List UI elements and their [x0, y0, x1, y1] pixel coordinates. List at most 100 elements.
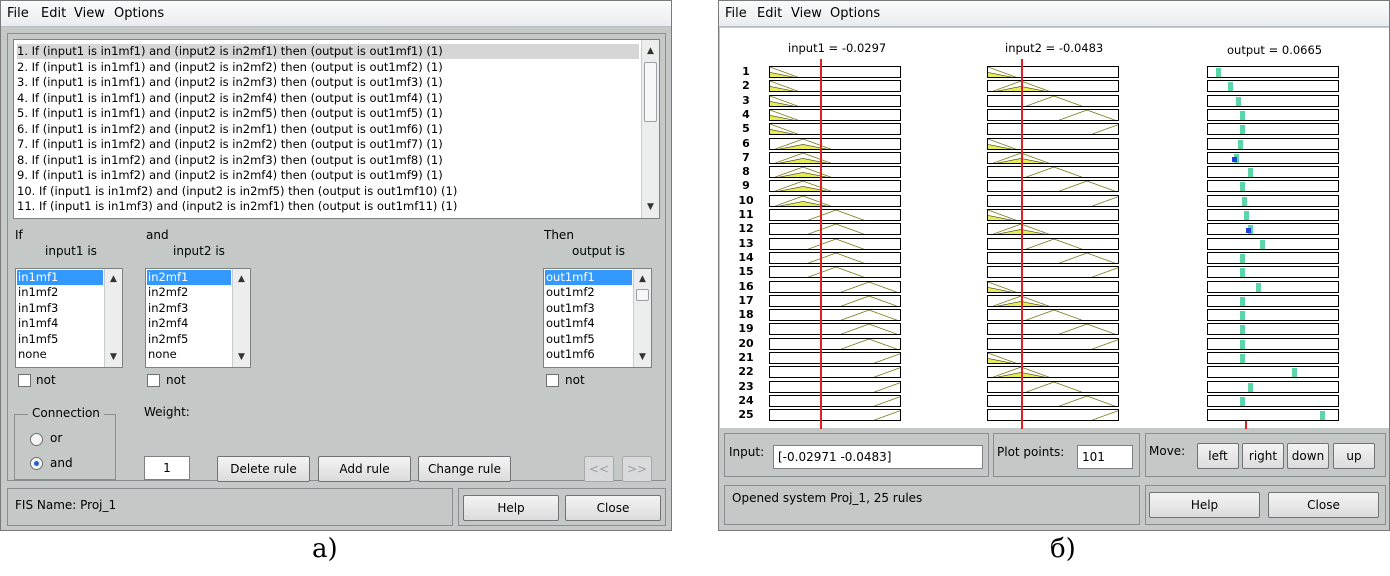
output-activation-bar: [1240, 339, 1245, 349]
rule-row-number: 16: [738, 279, 754, 293]
output-mf-plot: [1207, 337, 1339, 350]
delete-rule-button[interactable]: Delete rule: [217, 456, 310, 482]
list-item[interactable]: out1mf2: [545, 285, 595, 300]
list-item[interactable]: out1mf3: [545, 301, 595, 316]
move-up-button[interactable]: up: [1333, 443, 1375, 469]
change-rule-button[interactable]: Change rule: [418, 456, 511, 482]
or-radio[interactable]: [30, 433, 43, 446]
rule-list[interactable]: 1. If (input1 is in1mf1) and (input2 is …: [13, 39, 660, 219]
output-activation-bar: [1248, 382, 1253, 392]
input1-mf-plot: [769, 180, 901, 193]
menu-edit[interactable]: Edit: [757, 6, 782, 21]
help-button[interactable]: Help: [1149, 492, 1260, 518]
list-item[interactable]: in1mf5: [17, 332, 58, 347]
rule-item[interactable]: 9. If (input1 is in1mf2) and (input2 is …: [17, 168, 443, 183]
output-not-checkbox[interactable]: [546, 374, 559, 387]
plot-points-field[interactable]: 101: [1077, 445, 1133, 469]
menu-edit[interactable]: Edit: [41, 6, 66, 21]
rule-item[interactable]: 11. If (input1 is in1mf3) and (input2 is…: [17, 199, 457, 214]
list-item[interactable]: out1mf5: [545, 332, 595, 347]
prev-button[interactable]: <<: [584, 456, 614, 482]
move-left-button[interactable]: left: [1197, 443, 1239, 469]
scroll-down-icon[interactable]: ▼: [105, 350, 122, 364]
rule-item[interactable]: 10. If (input1 is in1mf2) and (input2 is…: [17, 184, 457, 199]
move-right-button[interactable]: right: [1242, 443, 1284, 469]
input1-not-checkbox[interactable]: [18, 374, 31, 387]
output-label: output is: [572, 244, 625, 258]
input1-listbox[interactable]: in1mf1 in1mf2 in1mf3 in1mf4 in1mf5 none …: [15, 268, 123, 368]
add-rule-button[interactable]: Add rule: [318, 456, 411, 482]
input2-mf-plot: [987, 280, 1119, 293]
menu-options[interactable]: Options: [114, 6, 164, 21]
input2-indicator-line[interactable]: [1021, 59, 1023, 429]
list-item[interactable]: in2mf2: [147, 285, 188, 300]
list-item[interactable]: in1mf2: [17, 285, 58, 300]
not-label: not: [565, 373, 585, 387]
rule-item[interactable]: 8. If (input1 is in1mf2) and (input2 is …: [17, 153, 443, 168]
listbox-scrollbar[interactable]: ▲ ▼: [104, 269, 122, 367]
list-item[interactable]: none: [147, 347, 177, 362]
list-item[interactable]: in1mf1: [17, 270, 103, 285]
caption-b: б): [1050, 534, 1076, 564]
list-item[interactable]: out1mf1: [545, 270, 632, 285]
next-button[interactable]: >>: [622, 456, 652, 482]
output-activation-bar: [1292, 368, 1297, 378]
output-activation-bar: [1240, 354, 1245, 363]
close-button[interactable]: Close: [1268, 492, 1379, 518]
menu-view[interactable]: View: [791, 6, 822, 21]
and-radio[interactable]: [30, 457, 43, 470]
scroll-up-icon[interactable]: ▲: [233, 272, 250, 286]
help-button[interactable]: Help: [463, 495, 559, 521]
input2-listbox[interactable]: in2mf1 in2mf2 in2mf3 in2mf4 in2mf5 none …: [145, 268, 251, 368]
input2-mf-plot: [987, 209, 1119, 221]
output-mf-plot: [1207, 94, 1339, 107]
close-button[interactable]: Close: [565, 495, 661, 521]
rule-item[interactable]: 2. If (input1 is in1mf1) and (input2 is …: [17, 60, 443, 75]
weight-input[interactable]: 1: [144, 456, 190, 480]
rule-item[interactable]: 5. If (input1 is in1mf1) and (input2 is …: [17, 106, 443, 121]
menu-options[interactable]: Options: [830, 6, 880, 21]
scroll-thumb[interactable]: [636, 289, 649, 301]
listbox-scrollbar[interactable]: ▲ ▼: [633, 269, 651, 367]
output-mf-plot: [1207, 137, 1339, 150]
listbox-scrollbar[interactable]: ▲ ▼: [232, 269, 250, 367]
scroll-down-icon[interactable]: ▼: [233, 350, 250, 364]
list-item[interactable]: in2mf5: [147, 332, 188, 347]
rule-row-number: 17: [738, 293, 754, 307]
scroll-up-icon[interactable]: ▲: [105, 272, 122, 286]
menu-file[interactable]: File: [7, 6, 29, 21]
output-mf-plot: [1207, 166, 1339, 179]
not-label: not: [36, 373, 56, 387]
list-item[interactable]: in1mf4: [17, 316, 58, 331]
scroll-thumb[interactable]: [644, 62, 657, 122]
plot-points-label: Plot points:: [997, 445, 1065, 459]
list-item[interactable]: in2mf1: [147, 270, 231, 285]
input-vector-field[interactable]: [-0.02971 -0.0483]: [773, 445, 983, 469]
move-down-button[interactable]: down: [1287, 443, 1329, 469]
menu-view[interactable]: View: [74, 6, 105, 21]
output-marker: [1232, 156, 1237, 162]
list-item[interactable]: out1mf6: [545, 347, 595, 362]
input1-indicator-line[interactable]: [820, 59, 822, 429]
menu-file[interactable]: File: [725, 6, 747, 21]
rule-item[interactable]: 4. If (input1 is in1mf1) and (input2 is …: [17, 91, 443, 106]
list-item[interactable]: out1mf4: [545, 316, 595, 331]
rule-item[interactable]: 1. If (input1 is in1mf1) and (input2 is …: [17, 44, 639, 59]
scroll-down-icon[interactable]: ▼: [642, 200, 659, 214]
scroll-up-icon[interactable]: ▲: [634, 272, 651, 286]
list-item[interactable]: in1mf3: [17, 301, 58, 316]
input1-mf-plot: [769, 309, 901, 322]
list-item[interactable]: none: [17, 347, 47, 362]
rule-item[interactable]: 3. If (input1 is in1mf1) and (input2 is …: [17, 75, 443, 90]
output-activation-bar: [1240, 325, 1245, 335]
list-item[interactable]: in2mf4: [147, 316, 188, 331]
rule-item[interactable]: 7. If (input1 is in1mf2) and (input2 is …: [17, 137, 443, 152]
output-activation-bar: [1238, 139, 1243, 149]
scroll-down-icon[interactable]: ▼: [634, 350, 651, 364]
input2-not-checkbox[interactable]: [147, 374, 160, 387]
scroll-up-icon[interactable]: ▲: [642, 44, 659, 58]
rule-list-scrollbar[interactable]: ▲ ▼: [641, 40, 659, 218]
list-item[interactable]: in2mf3: [147, 301, 188, 316]
rule-item[interactable]: 6. If (input1 is in1mf2) and (input2 is …: [17, 122, 443, 137]
output-listbox[interactable]: out1mf1 out1mf2 out1mf3 out1mf4 out1mf5 …: [543, 268, 652, 368]
